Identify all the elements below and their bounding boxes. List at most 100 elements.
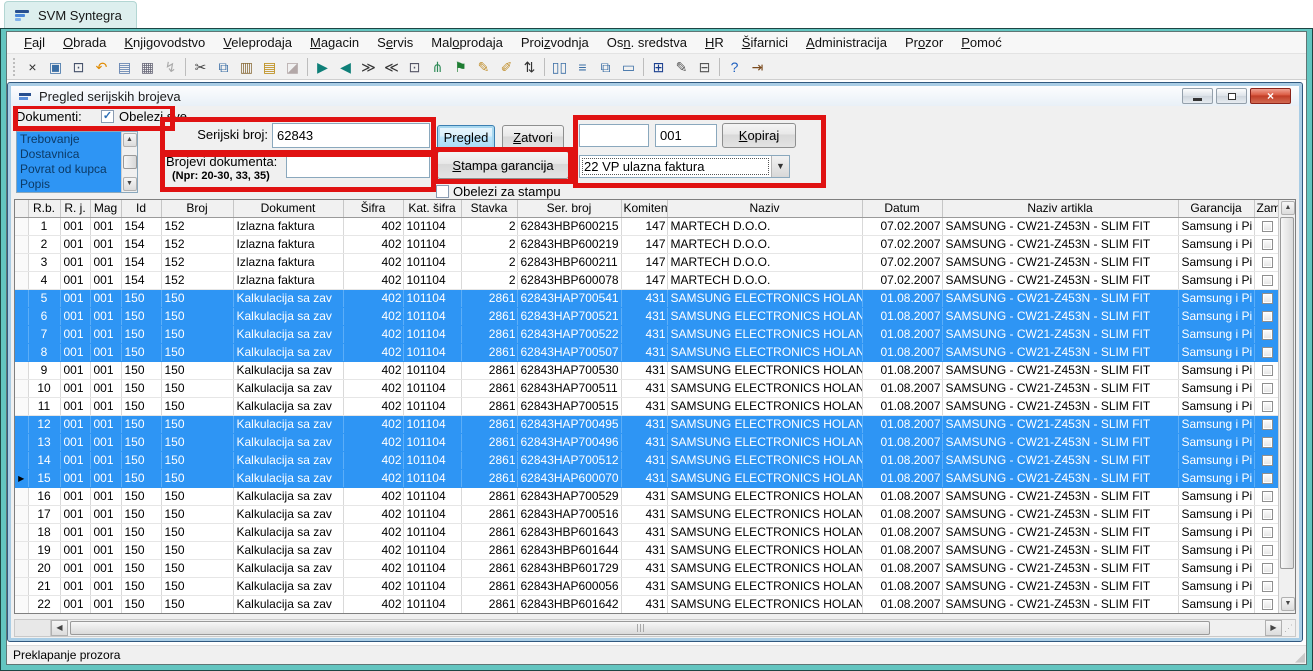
toolbar-flag-button[interactable]: ⚑ [449, 56, 472, 78]
toolbar-find-document-button[interactable]: ⊡ [403, 56, 426, 78]
stampa-garancija-button[interactable]: Stampa garancija [437, 151, 569, 179]
toolbar-help-button[interactable]: ? [723, 56, 746, 78]
minimize-button[interactable] [1182, 88, 1213, 104]
toolbar-print-button[interactable]: ▦ [136, 56, 159, 78]
horizontal-scroll-thumb[interactable] [70, 621, 1210, 635]
column-header-dokument[interactable]: Dokument [233, 200, 343, 217]
menu-item-veleprodaja[interactable]: Veleprodaja [214, 32, 301, 53]
table-row[interactable]: 2001001154152Izlazna faktura402101104262… [15, 235, 1278, 253]
table-row[interactable]: 3001001154152Izlazna faktura402101104262… [15, 253, 1278, 271]
row-checkbox[interactable] [1262, 365, 1273, 376]
menu-item-servis[interactable]: Servis [368, 32, 422, 53]
toolbar-print-setup-button[interactable]: ▤ [113, 56, 136, 78]
table-row[interactable]: 11001001150150Kalkulacija sa zav40210110… [15, 397, 1278, 415]
column-header-komitent[interactable]: Komitent [621, 200, 667, 217]
toolbar-calculator-button[interactable]: ⊞ [647, 56, 670, 78]
resize-grip-icon[interactable]: ◢ [1295, 650, 1305, 663]
table-row[interactable]: 19001001150150Kalkulacija sa zav40210110… [15, 541, 1278, 559]
row-checkbox[interactable] [1262, 401, 1273, 412]
row-checkbox[interactable] [1262, 581, 1273, 592]
toolbar-execute-button[interactable]: ↯ [159, 56, 182, 78]
app-title-tab[interactable]: SVM Syntegra [4, 1, 137, 28]
row-checkbox[interactable] [1262, 311, 1273, 322]
toolbar-exit-button[interactable]: ⇥ [746, 56, 769, 78]
table-row[interactable]: 22001001150150Kalkulacija sa zav40210110… [15, 595, 1278, 613]
row-checkbox[interactable] [1262, 437, 1273, 448]
menu-item-magacin[interactable]: Magacin [301, 32, 368, 53]
toolbar-split-rows-button[interactable]: ≡ [571, 56, 594, 78]
column-header-naziv[interactable]: Naziv [667, 200, 862, 217]
doc-type-povrat-od-kupca[interactable]: Povrat od kupca [17, 162, 121, 177]
vertical-scrollbar[interactable]: ▲ ▼ [1278, 200, 1295, 613]
table-row[interactable]: 17001001150150Kalkulacija sa zav40210110… [15, 505, 1278, 523]
toolbar-nav-next-button[interactable]: ▶ [311, 56, 334, 78]
serijski-broj-input[interactable] [272, 123, 430, 148]
column-header-broj[interactable]: Broj [161, 200, 233, 217]
row-checkbox[interactable] [1262, 527, 1273, 538]
toolbar-paste-button[interactable]: ▥ [235, 56, 258, 78]
toolbar-maximize-window-button[interactable]: ▭ [617, 56, 640, 78]
vertical-scroll-thumb[interactable] [1280, 217, 1294, 569]
column-header-zame[interactable]: Zame [1254, 200, 1278, 217]
row-checkbox[interactable] [1262, 329, 1273, 340]
column-header-datum[interactable]: Datum [862, 200, 942, 217]
table-row[interactable]: 14001001150150Kalkulacija sa zav40210110… [15, 451, 1278, 469]
column-header-ifra[interactable]: Šifra [343, 200, 403, 217]
toolbar-tree-button[interactable]: ⋔ [426, 56, 449, 78]
menu-item-obrada[interactable]: Obrada [54, 32, 115, 53]
doc-type-trebovanje[interactable]: Trebovanje [17, 132, 121, 147]
horizontal-scroll-track[interactable] [68, 620, 1265, 636]
toolbar-sort-button[interactable]: ⇅ [518, 56, 541, 78]
table-row[interactable]: 13001001150150Kalkulacija sa zav40210110… [15, 433, 1278, 451]
toolbar-cut-button[interactable]: ✂ [189, 56, 212, 78]
toolbar-forward-button[interactable]: ≫ [357, 56, 380, 78]
toolbar-cascade-windows-button[interactable]: ⧉ [594, 56, 617, 78]
table-row[interactable]: 20001001150150Kalkulacija sa zav40210110… [15, 559, 1278, 577]
column-header-mag[interactable]: Mag [90, 200, 121, 217]
row-checkbox[interactable] [1262, 383, 1273, 394]
table-row[interactable]: 12001001150150Kalkulacija sa zav40210110… [15, 415, 1278, 433]
doc-type-dostavnica[interactable]: Dostavnica [17, 147, 121, 162]
copy-target-input[interactable] [655, 124, 717, 147]
menu-item-knjigovodstvo[interactable]: Knjigovodstvo [115, 32, 214, 53]
scroll-down-icon[interactable]: ▼ [123, 177, 137, 191]
toolbar-pen-button[interactable]: ✎ [472, 56, 495, 78]
column-header-naziv-artikla[interactable]: Naziv artikla [942, 200, 1178, 217]
table-row[interactable]: 8001001150150Kalkulacija sa zav402101104… [15, 343, 1278, 361]
menu-item-administracija[interactable]: Administracija [797, 32, 896, 53]
chevron-down-icon[interactable]: ▼ [771, 156, 789, 177]
row-checkbox[interactable] [1262, 563, 1273, 574]
menu-item-osn-sredstva[interactable]: Osn. sredstva [598, 32, 696, 53]
scrollbar-size-grip[interactable]: ⋰ [1282, 620, 1295, 636]
toolbar-edit-document-button[interactable]: ✎ [670, 56, 693, 78]
toolbar-undo-button[interactable]: ↶ [90, 56, 113, 78]
scroll-down-icon[interactable]: ▼ [1281, 597, 1295, 611]
pregled-button[interactable]: Pregled [437, 125, 495, 150]
scroll-up-icon[interactable]: ▲ [123, 133, 137, 147]
table-row[interactable]: 6001001150150Kalkulacija sa zav402101104… [15, 307, 1278, 325]
obelezi-za-stampu-checkbox[interactable]: ✓ [436, 185, 449, 198]
row-checkbox[interactable] [1262, 275, 1273, 286]
kopiraj-button[interactable]: Kopiraj [722, 123, 796, 148]
toolbar-save-button[interactable]: ▣ [44, 56, 67, 78]
obelezi-sve-checkbox[interactable]: ✓ [101, 110, 114, 123]
column-header-r-b[interactable]: R.b. [28, 200, 60, 217]
table-row[interactable]: 21001001150150Kalkulacija sa zav40210110… [15, 577, 1278, 595]
toolbar-pen-find-button[interactable]: ✐ [495, 56, 518, 78]
menu-item-proizvodnja[interactable]: Proizvodnja [512, 32, 598, 53]
listbox-scrollbar[interactable]: ▲ ▼ [121, 132, 137, 192]
scroll-up-icon[interactable]: ▲ [1281, 201, 1295, 215]
toolbar-nav-prev-button[interactable]: ◀ [334, 56, 357, 78]
toolbar-delete-button[interactable]: × [21, 56, 44, 78]
toolbar-back-button[interactable]: ≪ [380, 56, 403, 78]
close-button[interactable]: × [1250, 88, 1291, 104]
doc-type-popis[interactable]: Popis [17, 177, 121, 192]
brojevi-dokumenta-input[interactable] [286, 156, 430, 178]
copy-source-input[interactable] [579, 124, 649, 147]
table-row[interactable]: 1001001154152Izlazna faktura402101104262… [15, 217, 1278, 235]
selector-column-header[interactable] [15, 200, 28, 217]
row-checkbox[interactable] [1262, 455, 1273, 466]
listbox-scroll-thumb[interactable] [123, 155, 137, 169]
row-checkbox[interactable] [1262, 599, 1273, 610]
toolbar-erase-button[interactable]: ◪ [281, 56, 304, 78]
